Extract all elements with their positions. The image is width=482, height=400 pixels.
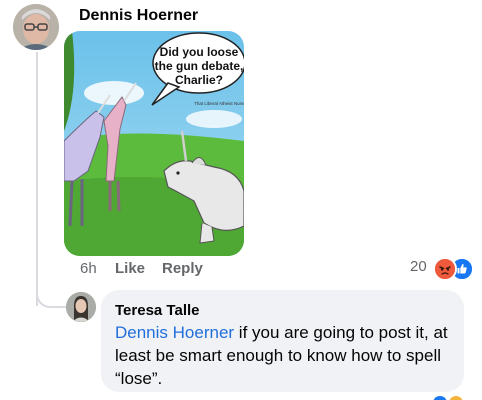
like-button[interactable]: Like xyxy=(115,260,145,277)
reply-button[interactable]: Reply xyxy=(162,260,203,277)
angry-reaction-icon xyxy=(433,257,457,281)
post-author-name[interactable]: Dennis Hoerner xyxy=(79,7,198,25)
svg-text:the gun debate,: the gun debate, xyxy=(155,59,244,73)
avatar-dennis[interactable] xyxy=(13,4,59,50)
thread-connector xyxy=(36,290,66,308)
image-watermark: That Liberal Atheist Nurse xyxy=(194,101,244,106)
post-timestamp[interactable]: 6h xyxy=(80,260,97,277)
avatar-teresa[interactable] xyxy=(66,292,96,322)
post-image[interactable]: Did you loose the gun debate, Charlie? T… xyxy=(64,31,244,256)
thread-line xyxy=(36,52,38,306)
reaction-icons-partial xyxy=(433,396,463,400)
reaction-count[interactable]: 20 xyxy=(410,258,427,275)
svg-text:Did you loose: Did you loose xyxy=(160,45,239,59)
reply-author-name[interactable]: Teresa Talle xyxy=(115,302,200,319)
reply-comment-text: Dennis Hoerner if you are going to post … xyxy=(115,321,455,390)
mention-link[interactable]: Dennis Hoerner xyxy=(115,323,234,342)
svg-text:Charlie?: Charlie? xyxy=(175,73,223,87)
